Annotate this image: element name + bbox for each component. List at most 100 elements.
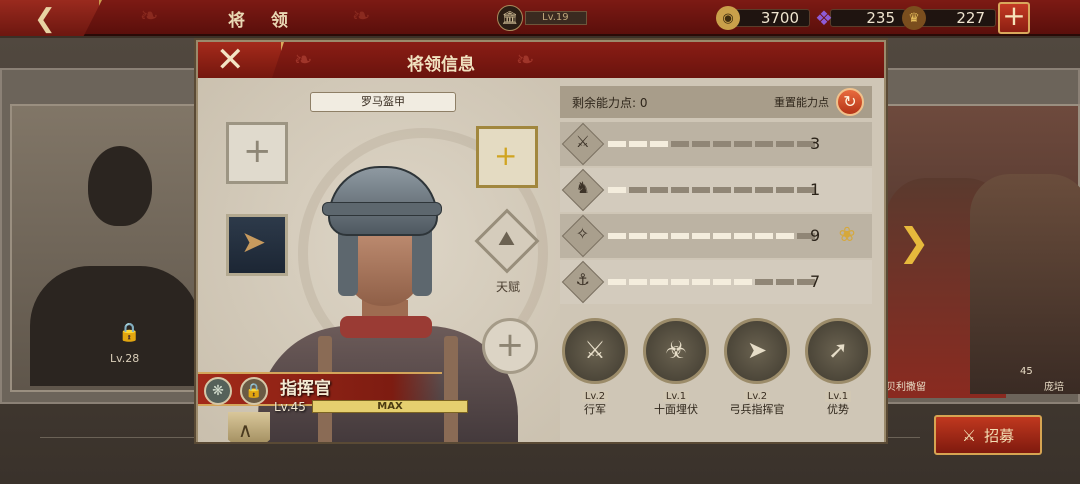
anchor-icon: ⚓	[561, 260, 605, 304]
stat-bar-segment	[692, 233, 710, 239]
laurel-helmet-icon: ♛	[902, 6, 926, 30]
stat-bar-segment	[650, 141, 668, 147]
stat-bar-segment	[629, 279, 647, 285]
add-resource-button[interactable]: +	[998, 2, 1030, 34]
skill-name: 十面埋伏	[654, 403, 698, 416]
card-name-pompey: 庞培	[1044, 382, 1064, 393]
stat-row-cavalry: ♞ 1	[560, 168, 872, 212]
chevron-left-icon: ❮	[34, 4, 56, 34]
add-slot-button[interactable]: +	[482, 318, 538, 374]
recruit-button[interactable]: ⚔ 招募	[934, 415, 1042, 455]
resource-crystals[interactable]: ❖ 235	[812, 5, 906, 31]
dialog-header: ✕ ❧ 将领信息 ❧	[198, 42, 884, 78]
stat-bar-segment	[650, 279, 668, 285]
stat-value: 7	[810, 272, 821, 291]
stat-bar-segment	[692, 141, 710, 147]
honor-value: 227	[920, 9, 996, 27]
laurel-right-icon: ❧	[516, 48, 535, 73]
stat-bar-segment	[776, 141, 794, 147]
stat-bar-segment	[650, 187, 668, 193]
stat-bar-segment	[755, 279, 773, 285]
player-level[interactable]: 🏛 Lv.19	[497, 5, 587, 31]
skill-march[interactable]: ⚔ Lv.2 行军	[560, 318, 630, 416]
stat-bar-segment	[755, 141, 773, 147]
laurel-right-icon: ❧	[352, 4, 371, 29]
stat-bar-segment	[608, 279, 626, 285]
stat-bar-segment	[755, 233, 773, 239]
skill-level: Lv.2	[581, 391, 609, 402]
talent-label: 天赋	[496, 280, 521, 294]
sword-icon: ⚔	[561, 122, 605, 166]
general-name: 指挥官	[280, 379, 331, 399]
experience-bar: MAX	[312, 400, 468, 413]
stat-bar	[608, 187, 815, 193]
skill-archer-commander[interactable]: ➤ Lv.2 弓兵指挥官	[722, 318, 792, 416]
stat-bar-segment	[734, 233, 752, 239]
stat-bar-segment	[713, 187, 731, 193]
stat-bar-segment	[734, 187, 752, 193]
coin-value: 3700	[734, 9, 810, 27]
next-general-chevron-icon[interactable]: ❯	[898, 220, 930, 264]
rank-shield-icon: ∧	[228, 412, 270, 442]
stat-bar-segment	[713, 279, 731, 285]
horse-icon: ♞	[561, 168, 605, 212]
back-button[interactable]: ❮	[0, 0, 102, 36]
skill-ambush[interactable]: ☣ Lv.1 十面埋伏	[641, 318, 711, 416]
resource-coins[interactable]: ◉ 3700	[716, 5, 810, 31]
stat-bar-segment	[671, 279, 689, 285]
general-portrait-pompey	[970, 174, 1080, 394]
stat-value: 3	[810, 134, 821, 153]
archers-volley-icon: ➚	[805, 318, 871, 384]
stat-bar-segment	[650, 233, 668, 239]
stat-bar-segment	[629, 233, 647, 239]
bow-icon: ✧	[561, 214, 605, 258]
dialog-title: 将领信息	[407, 55, 475, 75]
stat-bar-segment	[608, 141, 626, 147]
stat-bar-segment	[776, 233, 794, 239]
stat-bar-segment	[776, 187, 794, 193]
bow-arrow-icon: ➤	[724, 318, 790, 384]
general-level: Lv.45	[274, 400, 306, 414]
stat-bar-segment	[755, 187, 773, 193]
stat-value: 1	[810, 180, 821, 199]
stat-bar	[608, 233, 815, 239]
stat-row-navy: ⚓ 7	[560, 260, 872, 304]
remaining-points: 剩余能力点: 0	[572, 96, 648, 110]
reset-points-button[interactable]: ↻	[836, 88, 864, 116]
ambush-icon: ☣	[643, 318, 709, 384]
stat-row-infantry: ⚔ 3	[560, 122, 872, 166]
lock-icon: 🔒	[118, 322, 141, 343]
stat-bar-segment	[713, 233, 731, 239]
stat-bar-segment	[629, 187, 647, 193]
stat-bar-segment	[776, 279, 794, 285]
stat-bar-segment	[671, 141, 689, 147]
skill-name: 优势	[827, 403, 849, 416]
stat-bar-segment	[629, 141, 647, 147]
stat-bar-segment	[713, 141, 731, 147]
stat-bar-segment	[671, 187, 689, 193]
armor-name-label: 罗马盔甲	[310, 92, 456, 112]
soldiers-march-icon: ⚔	[562, 318, 628, 384]
resource-honor[interactable]: ♛ 227	[902, 5, 996, 31]
skill-name: 弓兵指挥官	[729, 403, 785, 416]
stat-bar-segment	[734, 141, 752, 147]
crystal-value: 235	[830, 9, 906, 27]
locked-card-level: Lv.28	[110, 352, 140, 365]
stat-bar-segment	[671, 233, 689, 239]
ability-points-header: 剩余能力点: 0 重置能力点 ↻	[560, 86, 872, 118]
stat-value: 9	[810, 226, 821, 245]
stat-row-archer: ✧ 9 ❀	[560, 214, 872, 258]
card-level-pompey: 45	[1020, 366, 1033, 377]
lock-icon[interactable]: 🔒	[240, 377, 268, 405]
skill-level: Lv.2	[743, 391, 771, 402]
laurel-left-icon: ❧	[140, 4, 159, 29]
winged-badge-icon: ❀	[838, 222, 856, 246]
badge-icon[interactable]: ❋	[204, 377, 232, 405]
locked-general-silhouette	[30, 146, 200, 386]
stat-bar-segment	[608, 187, 626, 193]
stat-bar-segment	[608, 233, 626, 239]
skills-list: ⚔ Lv.2 行军 ☣ Lv.1 十面埋伏 ➤ Lv.2 弓兵指挥官 ➚ Lv.…	[560, 318, 884, 418]
stats-panel: 剩余能力点: 0 重置能力点 ↻ ⚔ 3 ♞ 1 ✧ 9 ❀ ⚓ 7 ⚔ Lv.…	[560, 78, 884, 442]
recruit-label: 招募	[984, 426, 1015, 445]
skill-advantage[interactable]: ➚ Lv.1 优势	[803, 318, 873, 416]
